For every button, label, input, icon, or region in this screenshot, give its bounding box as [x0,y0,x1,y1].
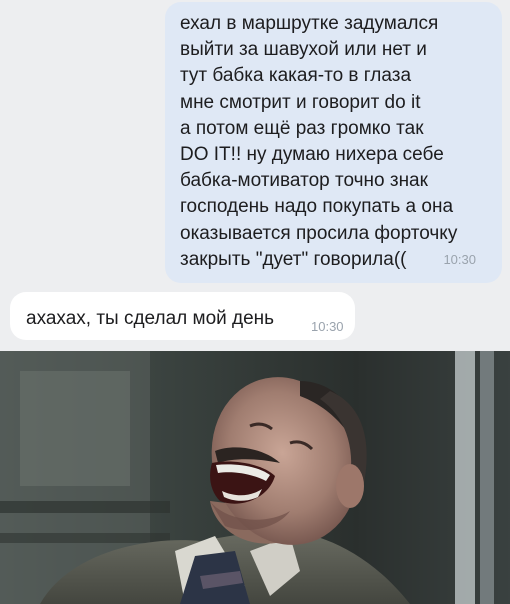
laughing-man-photo[interactable] [0,351,510,604]
message-line: а потом ещё раз громко так [180,117,424,139]
message-line: оказывается просила форточку [180,222,458,244]
incoming-message-bubble[interactable]: ахахах, ты сделал мой день 10:30 [10,292,355,340]
message-line: выйти за шавухой или нет и [180,39,427,61]
message-line: господень надо покупать а она [180,196,454,218]
message-line: DO IT!! ну думаю нихера себе [180,144,444,166]
message-line: мне смотрит и говорит do it [180,91,421,113]
outgoing-message-bubble[interactable]: ехал в маршрутке задумался выйти за шаву… [165,2,502,283]
chat-area: ехал в маршрутке задумался выйти за шаву… [0,0,510,346]
photo-illustration [0,351,510,604]
message-line: ехал в маршрутке задумался [180,13,439,34]
message-timestamp: 10:30 [311,319,344,334]
message-line: бабка-мотиватор точно знак [180,170,428,192]
message-text: ахахах, ты сделал мой день [26,308,275,329]
message-line: тут бабка какая-то в глаза [180,65,412,87]
message-timestamp: 10:30 [443,251,476,267]
